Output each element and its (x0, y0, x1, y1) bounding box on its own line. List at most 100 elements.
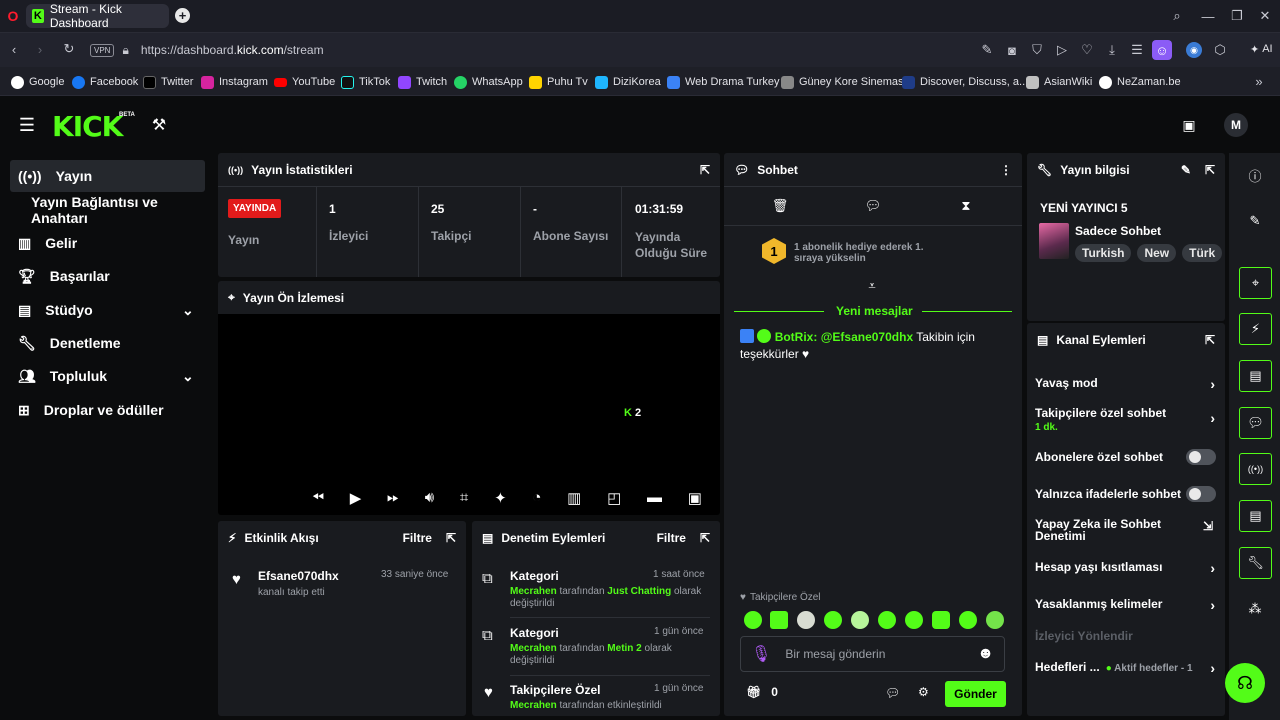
emote-icon[interactable] (824, 611, 842, 629)
gift-prompt[interactable]: 1 abonelik hediye ederek 1. sıraya yükse… (794, 242, 944, 264)
bookmark-asianwiki[interactable]: AsianWiki (1026, 74, 1092, 90)
points-display[interactable]: 🎁︎ 0 (746, 685, 778, 699)
tag-chip[interactable]: Türk (1182, 244, 1223, 262)
more-bookmarks-icon[interactable]: » (1252, 74, 1266, 89)
sidebar-item-stream-key[interactable]: Yayın Bağlantısı ve Anahtarı (10, 194, 205, 226)
activity-user[interactable]: Efsane070dhx (258, 569, 339, 583)
info-icon[interactable]: ⓘ (1247, 167, 1263, 184)
new-tab-icon[interactable]: + (175, 8, 190, 23)
tools-icon[interactable]: ⚒ (150, 116, 168, 134)
chat-bubble-icon[interactable]: 💬︎ (885, 686, 900, 700)
popout-icon[interactable]: ⇱ (1205, 163, 1215, 177)
new-messages-label[interactable]: Yeni mesajlar (836, 304, 913, 318)
filter-button[interactable]: Filtre (403, 531, 432, 545)
edit-icon[interactable]: ✎ (1181, 163, 1191, 177)
popout-icon[interactable]: ⇱ (700, 163, 710, 177)
ai-button[interactable]: ✦ AI (1250, 43, 1273, 56)
rail-notes-button[interactable]: ▤ (1239, 360, 1272, 392)
rail-broadcast-button[interactable]: ((•)) (1239, 453, 1272, 485)
fast-forward-icon[interactable]: ⏩︎ (387, 489, 399, 507)
fullscreen-icon[interactable]: ▣ (688, 489, 702, 507)
emote-chat-toggle[interactable] (1186, 486, 1216, 502)
volume-icon[interactable]: 🔊︎ (425, 489, 434, 507)
speed-icon[interactable]: ◔ (532, 489, 541, 507)
emote-icon[interactable] (959, 611, 977, 629)
theater-icon[interactable]: ▬ (647, 489, 662, 507)
edit-icon[interactable]: ✎ (1247, 213, 1263, 229)
chat-username[interactable]: BotRix: (775, 330, 818, 344)
stream-view-icon[interactable]: ▣ (1180, 116, 1198, 134)
bookmark-twitter[interactable]: Twitter (143, 74, 193, 90)
sparkle-icon[interactable]: ✦ (494, 489, 507, 507)
popout-icon[interactable]: ⇱ (446, 531, 456, 545)
bookmark-nezaman[interactable]: NeZaman.be (1099, 74, 1181, 90)
trash-icon[interactable]: 🗑︎ (772, 198, 789, 214)
rail-chat-button[interactable]: 💬︎ (1239, 407, 1272, 439)
bookmark-facebook[interactable]: Facebook (72, 74, 138, 90)
sidebar-item-yayin[interactable]: ((•)) Yayın (10, 160, 205, 192)
opera-logo-icon[interactable]: O (6, 8, 20, 24)
sidebar-item-basarilar[interactable]: 🏆︎ Başarılar (10, 260, 205, 292)
expand-icon[interactable]: ⩡ (864, 278, 880, 293)
shield-icon[interactable]: ⛉ (1029, 42, 1045, 58)
back-icon[interactable]: ‹ (6, 41, 22, 57)
emote-icon[interactable] (851, 611, 869, 629)
bookmark-twitch[interactable]: Twitch (398, 74, 447, 90)
account-age-row[interactable]: Hesap yaşı kısıtlaması › (1035, 560, 1215, 576)
play-icon[interactable]: ▷ (1054, 42, 1070, 58)
sidebar-item-droplar[interactable]: ⊞ Droplar ve ödüller (10, 394, 205, 426)
bookmark-dizikorea[interactable]: DiziKorea (595, 74, 661, 90)
rail-preview-button[interactable]: ⌖ (1239, 267, 1272, 299)
send-button[interactable]: Gönder (945, 681, 1006, 707)
menu-icon[interactable]: ☰ (18, 115, 36, 135)
avatar[interactable]: M (1224, 113, 1248, 137)
bookmark-mdl[interactable]: Discover, Discuss, a... (902, 74, 1028, 90)
emote-icon[interactable] (744, 611, 762, 629)
filter-button[interactable]: Filtre (657, 531, 686, 545)
camera-icon[interactable]: ◙ (1004, 42, 1020, 58)
download-icon[interactable]: ⤓ (1104, 42, 1120, 58)
crop-icon[interactable]: ⌗ (460, 489, 468, 507)
popout-icon[interactable]: ⇱ (1205, 333, 1215, 347)
close-window-icon[interactable]: ✕ (1256, 8, 1274, 24)
bookmark-google[interactable]: Google (11, 74, 64, 90)
category-name[interactable]: Sadece Sohbet (1075, 224, 1161, 238)
play-icon[interactable]: ▶ (350, 489, 362, 507)
popout-icon[interactable]: ⇱ (700, 531, 710, 545)
minimize-icon[interactable]: — (1199, 8, 1217, 24)
stats-icon[interactable]: ▥ (567, 489, 581, 507)
emote-icon[interactable] (797, 611, 815, 629)
sidebar-item-topluluk[interactable]: 👥︎ Topluluk ⌄ (10, 360, 205, 392)
emote-icon[interactable] (905, 611, 923, 629)
sidebar-item-gelir[interactable]: ▥ Gelir (10, 227, 205, 259)
more-options-icon[interactable]: ⋮ (1000, 163, 1012, 177)
bookmark-puhutv[interactable]: Puhu Tv (529, 74, 588, 90)
reload-icon[interactable]: ↻ (61, 41, 77, 57)
emote-icon[interactable] (770, 611, 788, 629)
vpn-badge[interactable]: VPN (90, 43, 115, 57)
restore-icon[interactable]: ❐ (1228, 8, 1246, 24)
kick-logo[interactable]: KICK (52, 110, 123, 143)
followers-chat-row[interactable]: Takipçilere özel sohbet › 1 dk. (1035, 406, 1215, 433)
subs-chat-toggle[interactable] (1186, 449, 1216, 465)
bookmark-youtube[interactable]: YouTube (274, 74, 335, 90)
hourglass-icon[interactable]: ⧗ (958, 198, 974, 214)
emote-icon[interactable] (878, 611, 896, 629)
rail-actions-button[interactable]: ▤ (1239, 500, 1272, 532)
emote-icon[interactable] (986, 611, 1004, 629)
bookmark-guney-kore[interactable]: Güney Kore Sineması (781, 74, 907, 90)
sidebar-item-studyo[interactable]: ▤ Stüdyo ⌄ (10, 294, 205, 326)
profile-icon[interactable]: ☺ (1152, 40, 1172, 60)
edit-page-icon[interactable]: ✎ (979, 42, 995, 58)
ai-moderation-row[interactable]: Yapay Zeka ile Sohbet Denetimi ⇲ (1035, 518, 1215, 542)
tag-chip[interactable]: Turkish (1075, 244, 1132, 262)
chat-input[interactable]: 🎙︎ Bir mesaj gönderin ☻ (740, 636, 1005, 672)
rewind-icon[interactable]: ⏪︎ (312, 489, 324, 507)
tag-chip[interactable]: New (1137, 244, 1177, 262)
emote-icon[interactable] (932, 611, 950, 629)
add-widget-icon[interactable]: ⁂ (1247, 601, 1263, 617)
extension-icon[interactable]: ◉ (1186, 42, 1202, 58)
search-tabs-icon[interactable]: ⌕ (1168, 8, 1186, 24)
support-headset-icon[interactable]: ☊ (1225, 663, 1265, 703)
slow-mode-row[interactable]: Yavaş mod › (1035, 376, 1215, 392)
